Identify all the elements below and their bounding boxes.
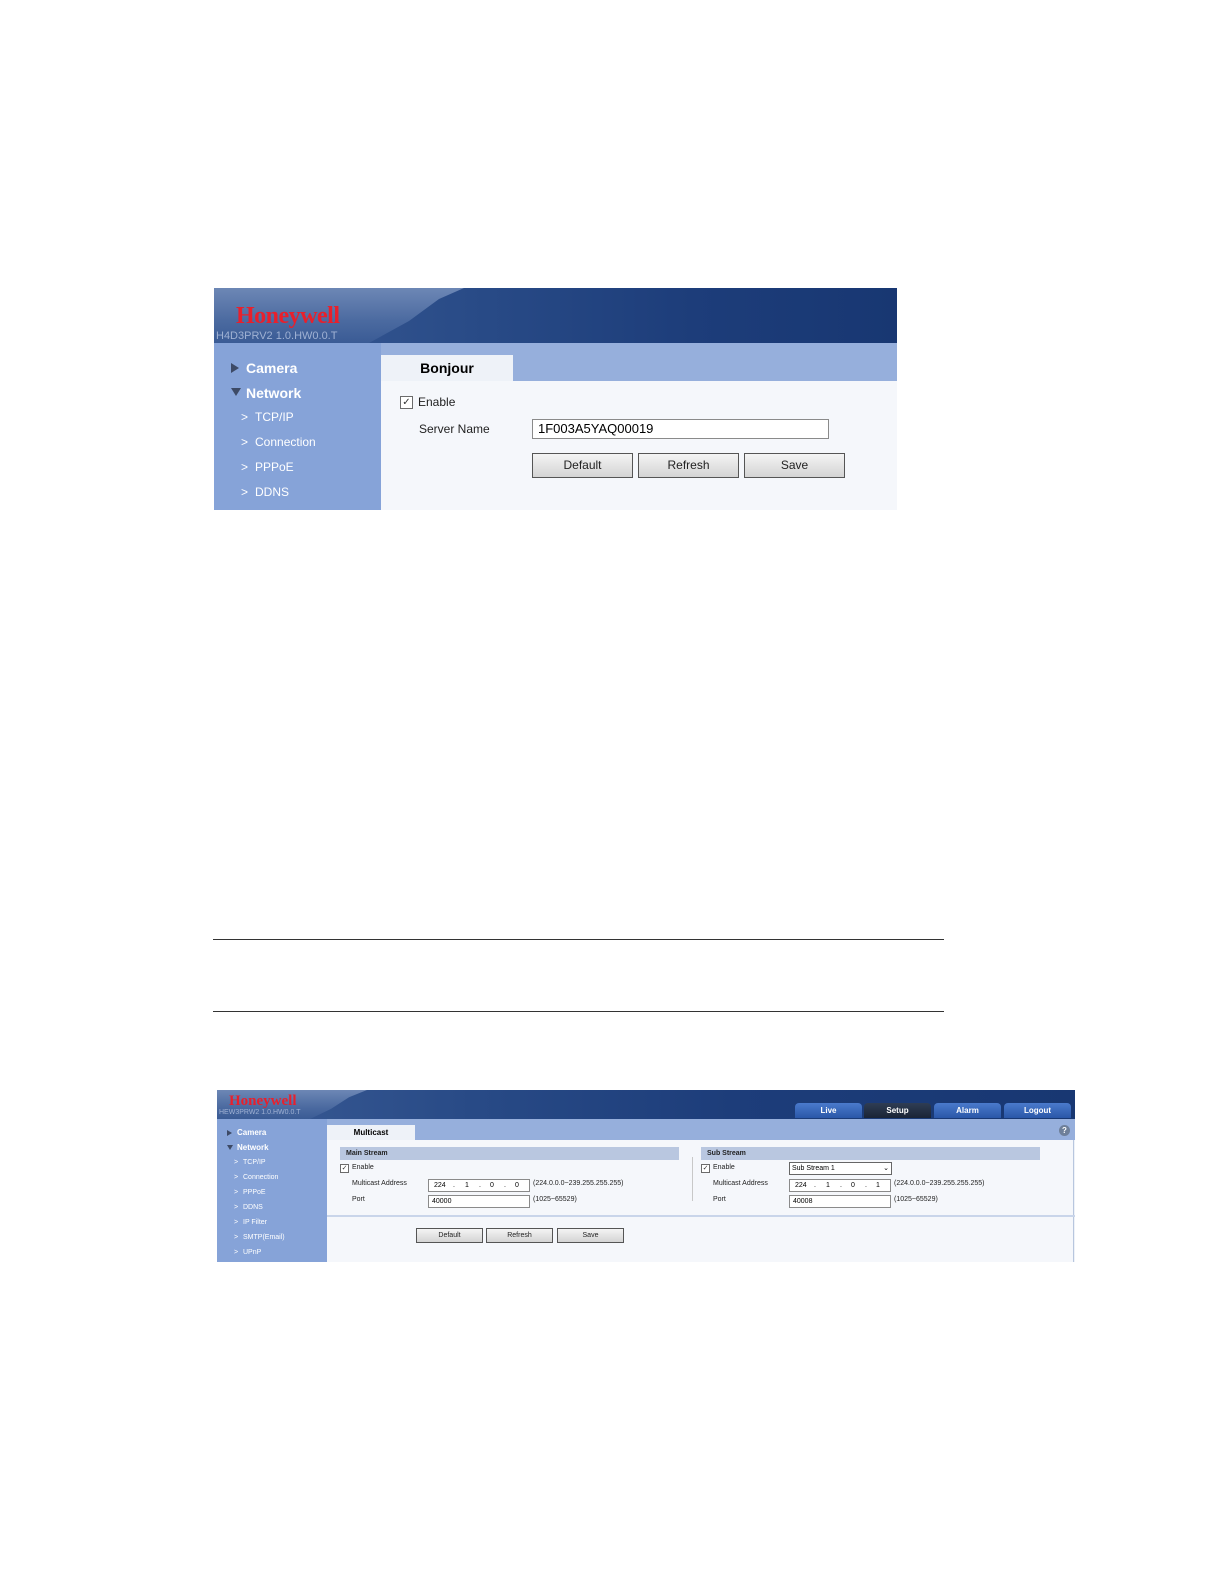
sub-address-label: Multicast Address — [713, 1180, 768, 1187]
save-button[interactable]: Save — [744, 453, 845, 478]
app-header: Honeywell HEW3PRW2 1.0.HW0.0.T Live Setu… — [217, 1090, 1075, 1119]
tab-bar — [327, 1119, 1075, 1140]
chevron-right-icon: > — [234, 1234, 239, 1241]
sidebar-item-ddns[interactable]: DDNS — [243, 1204, 263, 1211]
main-port-input[interactable]: 40000 — [428, 1195, 530, 1208]
triangle-down-icon — [231, 388, 241, 396]
chevron-right-icon: > — [234, 1159, 239, 1166]
enable-checkbox[interactable]: ✓ — [400, 396, 413, 409]
default-button[interactable]: Default — [416, 1228, 483, 1243]
ip-octet: 1 — [826, 1182, 830, 1189]
sub-port-label: Port — [713, 1196, 726, 1203]
triangle-right-icon — [231, 363, 239, 373]
ip-octet: 224 — [795, 1182, 807, 1189]
main-address-label: Multicast Address — [352, 1180, 407, 1187]
sub-stream-header: Sub Stream — [701, 1147, 1040, 1160]
save-button[interactable]: Save — [557, 1228, 624, 1243]
main-enable-checkbox[interactable]: ✓ — [340, 1164, 349, 1173]
sidebar-item-connection[interactable]: Connection — [243, 1174, 278, 1181]
main-address-input[interactable]: 224 . 1 . 0 . 0 — [428, 1179, 530, 1192]
main-port-range: (1025~65529) — [533, 1196, 577, 1203]
ip-dot: . — [865, 1182, 867, 1189]
chevron-right-icon: > — [241, 460, 249, 474]
sub-port-range: (1025~65529) — [894, 1196, 938, 1203]
sub-address-range: (224.0.0.0~239.255.255.255) — [894, 1180, 985, 1187]
sub-address-input[interactable]: 224 . 1 . 0 . 1 — [789, 1179, 891, 1192]
chevron-right-icon: > — [234, 1174, 239, 1181]
sidebar-item-connection[interactable]: Connection — [255, 435, 316, 449]
main-stream-header: Main Stream — [340, 1147, 679, 1160]
help-icon[interactable]: ? — [1059, 1125, 1070, 1136]
sidebar-item-pppoe[interactable]: PPPoE — [255, 460, 294, 474]
ip-octet: 224 — [434, 1182, 446, 1189]
ip-dot: . — [840, 1182, 842, 1189]
chevron-right-icon: > — [234, 1189, 239, 1196]
sub-enable-checkbox[interactable]: ✓ — [701, 1164, 710, 1173]
sub-enable-label: Enable — [713, 1164, 735, 1171]
refresh-button[interactable]: Refresh — [638, 453, 739, 478]
nav-tab-live[interactable]: Live — [795, 1103, 862, 1118]
horizontal-rule — [213, 939, 944, 940]
chevron-right-icon: > — [241, 410, 249, 424]
chevron-right-icon: > — [241, 485, 249, 499]
ip-octet: 0 — [490, 1182, 494, 1189]
main-enable-label: Enable — [352, 1164, 374, 1171]
chevron-right-icon: > — [234, 1219, 239, 1226]
tab-bonjour[interactable]: Bonjour — [381, 355, 513, 381]
main-port-label: Port — [352, 1196, 365, 1203]
ip-octet: 0 — [851, 1182, 855, 1189]
sidebar-item-tcpip[interactable]: TCP/IP — [255, 410, 294, 424]
sidebar: Camera Network > TCP/IP > Connection > P… — [217, 1119, 327, 1262]
ip-dot: . — [479, 1182, 481, 1189]
triangle-right-icon — [227, 1130, 232, 1136]
sidebar-item-ip-filter[interactable]: IP Filter — [243, 1219, 267, 1226]
multicast-screenshot: Honeywell HEW3PRW2 1.0.HW0.0.T Live Setu… — [217, 1090, 1075, 1262]
ip-octet: 0 — [515, 1182, 519, 1189]
sidebar-item-pppoe[interactable]: PPPoE — [243, 1189, 266, 1196]
sidebar-item-camera[interactable]: Camera — [246, 360, 297, 376]
nav-tab-alarm[interactable]: Alarm — [934, 1103, 1001, 1118]
chevron-right-icon: > — [234, 1204, 239, 1211]
sidebar-item-camera[interactable]: Camera — [237, 1128, 266, 1137]
triangle-down-icon — [227, 1145, 233, 1150]
sidebar-item-tcpip[interactable]: TCP/IP — [243, 1159, 266, 1166]
ip-octet: 1 — [465, 1182, 469, 1189]
column-divider — [692, 1157, 693, 1201]
default-button[interactable]: Default — [532, 453, 633, 478]
model-version: H4D3PRV2 1.0.HW0.0.T — [216, 330, 338, 342]
tab-multicast[interactable]: Multicast — [327, 1125, 415, 1140]
brand-logo: Honeywell — [229, 1093, 297, 1109]
sidebar-item-network[interactable]: Network — [237, 1143, 269, 1152]
sub-stream-select-value: Sub Stream 1 — [792, 1165, 835, 1172]
chevron-right-icon: > — [234, 1249, 239, 1256]
sidebar: Camera Network > TCP/IP > Connection > P… — [214, 343, 381, 510]
main-address-range: (224.0.0.0~239.255.255.255) — [533, 1180, 624, 1187]
sub-stream-select[interactable]: Sub Stream 1 ⌄ — [789, 1162, 892, 1175]
ip-dot: . — [453, 1182, 455, 1189]
bonjour-screenshot: Honeywell H4D3PRV2 1.0.HW0.0.T Camera Ne… — [214, 288, 897, 510]
content-panel — [381, 381, 897, 510]
sidebar-item-ddns[interactable]: DDNS — [255, 485, 289, 499]
horizontal-rule — [213, 1011, 944, 1012]
refresh-button[interactable]: Refresh — [486, 1228, 553, 1243]
chevron-down-icon: ⌄ — [883, 1165, 889, 1172]
model-version: HEW3PRW2 1.0.HW0.0.T — [219, 1109, 301, 1116]
nav-tab-logout[interactable]: Logout — [1004, 1103, 1071, 1118]
ip-dot: . — [814, 1182, 816, 1189]
sub-port-input[interactable]: 40008 — [789, 1195, 891, 1208]
app-header: Honeywell H4D3PRV2 1.0.HW0.0.T — [214, 288, 897, 343]
sidebar-item-network[interactable]: Network — [246, 385, 301, 401]
server-name-label: Server Name — [419, 422, 490, 436]
enable-label: Enable — [418, 395, 456, 409]
sidebar-item-upnp[interactable]: UPnP — [243, 1249, 261, 1256]
ip-dot: . — [504, 1182, 506, 1189]
server-name-input[interactable]: 1F003A5YAQ00019 — [532, 419, 829, 439]
chevron-right-icon: > — [241, 435, 249, 449]
sidebar-item-smtp[interactable]: SMTP(Email) — [243, 1234, 285, 1241]
brand-logo: Honeywell — [236, 303, 340, 329]
ip-octet: 1 — [876, 1182, 880, 1189]
nav-tab-setup[interactable]: Setup — [864, 1103, 931, 1118]
